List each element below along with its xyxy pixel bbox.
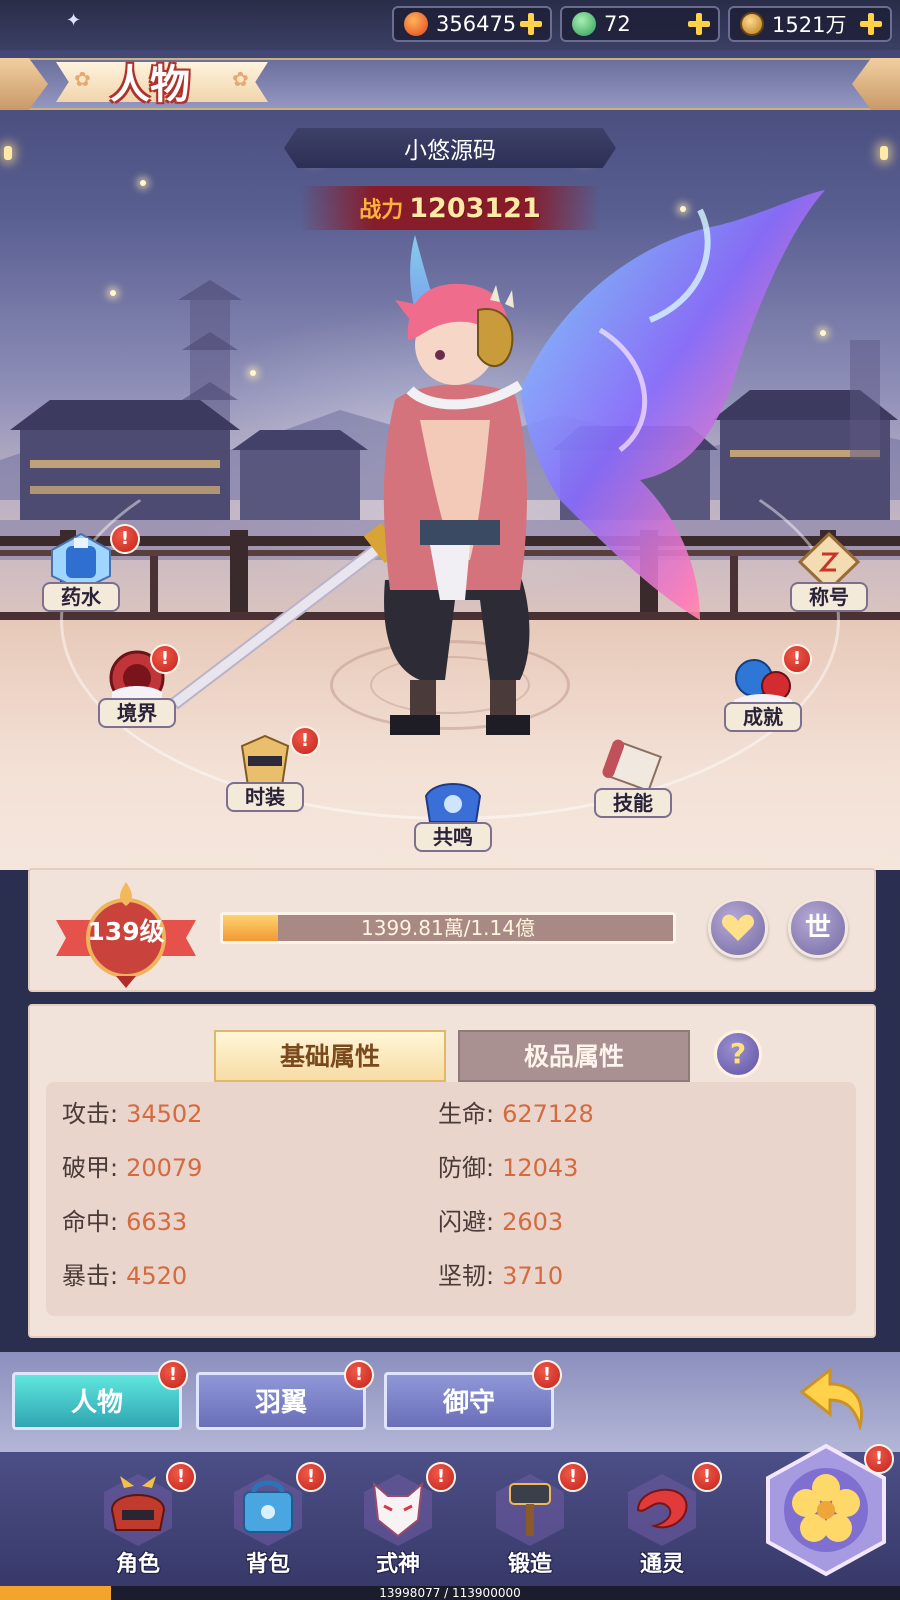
attribute-row: 命中: 6633 bbox=[62, 1202, 187, 1237]
realm-label: 境界 bbox=[98, 698, 176, 728]
currency-value: 356475 bbox=[436, 12, 517, 36]
nav-label: 背包 bbox=[245, 1552, 290, 1577]
costume-label: 时装 bbox=[226, 782, 304, 812]
red-gem-icon bbox=[404, 12, 428, 36]
attribute-value: 12043 bbox=[502, 1154, 579, 1182]
add-red-gem-button[interactable] bbox=[518, 11, 544, 37]
attribute-label: 生命: bbox=[438, 1100, 495, 1128]
hammer-icon bbox=[496, 1474, 564, 1546]
samurai-helmet-icon bbox=[104, 1474, 172, 1546]
nav-label: 角色 bbox=[115, 1552, 160, 1577]
nav-forge-alert-badge: ! bbox=[558, 1462, 588, 1492]
currency-coin: 1521万 bbox=[728, 6, 892, 42]
add-coin-button[interactable] bbox=[858, 11, 884, 37]
heart-icon bbox=[721, 914, 755, 941]
level-value: 139级 bbox=[87, 917, 165, 946]
main-menu-alert-badge: ! bbox=[864, 1444, 894, 1474]
green-jade-icon bbox=[572, 12, 596, 36]
potion-label: 药水 bbox=[42, 582, 120, 612]
page-title: 人物 bbox=[110, 62, 190, 108]
tab-basic-attributes[interactable]: 基础属性 bbox=[214, 1030, 446, 1082]
attribute-label: 坚韧: bbox=[438, 1262, 495, 1290]
attribute-value: 2603 bbox=[502, 1208, 564, 1236]
title-button[interactable]: 称号 bbox=[790, 530, 870, 620]
attribute-value: 20079 bbox=[126, 1154, 203, 1182]
bottom-exp-text: 13998077 / 113900000 bbox=[379, 1586, 521, 1600]
tab-premium-attributes[interactable]: 极品属性 bbox=[458, 1030, 690, 1082]
costume-alert-badge: ! bbox=[290, 726, 320, 756]
nav-label: 式神 bbox=[375, 1552, 420, 1577]
attribute-label: 命中: bbox=[62, 1208, 119, 1236]
nav-spirit-alert-badge: ! bbox=[692, 1462, 722, 1492]
tab-amulet[interactable]: 御守 bbox=[384, 1372, 554, 1430]
resonance-label: 共鸣 bbox=[414, 822, 492, 852]
add-jade-button[interactable] bbox=[686, 11, 712, 37]
achievement-label: 成就 bbox=[724, 702, 802, 732]
realm-alert-badge: ! bbox=[150, 644, 180, 674]
flower-icon: ✿ bbox=[232, 67, 249, 91]
attribute-value: 6633 bbox=[126, 1208, 188, 1236]
achievement-alert-badge: ! bbox=[782, 644, 812, 674]
dragon-icon bbox=[628, 1474, 696, 1546]
attribute-label: 暴击: bbox=[62, 1262, 119, 1290]
combat-power: 战力 1203121 bbox=[300, 186, 600, 230]
attribute-row: 坚韧: 3710 bbox=[438, 1256, 563, 1291]
attribute-value: 4520 bbox=[126, 1262, 188, 1290]
currency-jade: 72 bbox=[560, 6, 720, 42]
character-name-plate: 小悠源码 bbox=[284, 128, 616, 168]
bottom-exp-strip: 13998077 / 113900000 bbox=[0, 1586, 900, 1600]
tab-amulet-alert-badge: ! bbox=[532, 1360, 562, 1390]
tab-character-alert-badge: ! bbox=[158, 1360, 188, 1390]
title-label: 称号 bbox=[790, 582, 868, 612]
attribute-label: 防御: bbox=[438, 1154, 495, 1182]
flower-icon: ✿ bbox=[74, 67, 91, 91]
tab-wings-alert-badge: ! bbox=[344, 1360, 374, 1390]
attribute-label: 破甲: bbox=[62, 1154, 119, 1182]
tab-wings[interactable]: 羽翼 bbox=[196, 1372, 366, 1430]
experience-bar: 1399.81萬/1.14億 bbox=[220, 912, 676, 944]
power-label: 战力 bbox=[359, 198, 404, 223]
attribute-label: 闪避: bbox=[438, 1208, 495, 1236]
attribute-row: 暴击: 4520 bbox=[62, 1256, 187, 1291]
tab-character[interactable]: 人物 bbox=[12, 1372, 182, 1430]
butterfly-icon: ✦ bbox=[66, 10, 82, 31]
nav-label: 通灵 bbox=[639, 1552, 684, 1577]
attribute-row: 防御: 12043 bbox=[438, 1148, 578, 1183]
experience-text: 1399.81萬/1.14億 bbox=[361, 916, 535, 940]
character-name: 小悠源码 bbox=[404, 138, 496, 164]
help-button[interactable]: ? bbox=[714, 1030, 762, 1078]
attribute-value: 34502 bbox=[126, 1100, 203, 1128]
attribute-row: 破甲: 20079 bbox=[62, 1148, 202, 1183]
skill-label: 技能 bbox=[594, 788, 672, 818]
attribute-value: 3710 bbox=[502, 1262, 564, 1290]
currency-red-gem: 356475 bbox=[392, 6, 552, 42]
nav-bag-alert-badge: ! bbox=[296, 1462, 326, 1492]
attribute-label: 攻击: bbox=[62, 1100, 119, 1128]
attribute-row: 攻击: 34502 bbox=[62, 1094, 202, 1129]
skill-button[interactable]: 技能 bbox=[594, 736, 674, 826]
nav-label: 锻造 bbox=[507, 1552, 552, 1577]
potion-alert-badge: ! bbox=[110, 524, 140, 554]
nav-character-alert-badge: ! bbox=[166, 1462, 196, 1492]
attribute-row: 生命: 627128 bbox=[438, 1094, 594, 1129]
attribute-row: 闪避: 2603 bbox=[438, 1202, 563, 1237]
back-arrow-icon[interactable] bbox=[800, 1366, 870, 1430]
copper-coin-icon bbox=[740, 12, 764, 36]
fox-mask-icon bbox=[364, 1474, 432, 1546]
bag-icon bbox=[234, 1474, 302, 1546]
world-button[interactable]: 世 bbox=[788, 898, 848, 958]
nav-shikigami-alert-badge: ! bbox=[426, 1462, 456, 1492]
power-value: 1203121 bbox=[409, 192, 541, 224]
currency-value: 72 bbox=[604, 12, 631, 36]
currency-value: 1521万 bbox=[772, 13, 847, 37]
favorite-button[interactable] bbox=[708, 898, 768, 958]
attribute-value: 627128 bbox=[502, 1100, 594, 1128]
resonance-button[interactable]: 共鸣 bbox=[414, 770, 494, 860]
